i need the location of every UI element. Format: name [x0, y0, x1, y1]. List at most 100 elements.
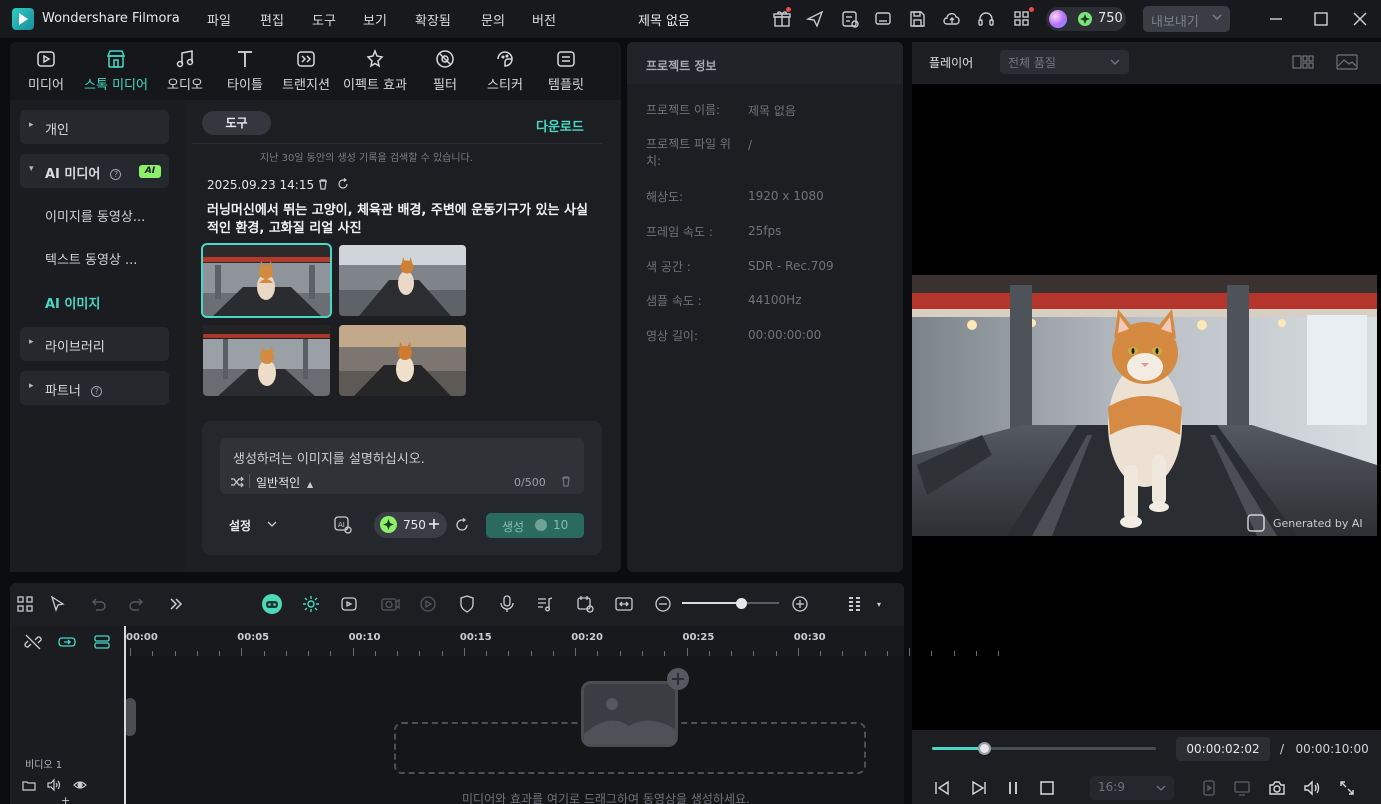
close-icon[interactable] — [1350, 9, 1370, 29]
clear-trash-icon[interactable] — [560, 475, 572, 487]
playhead[interactable] — [124, 626, 126, 804]
track-density-icon[interactable] — [845, 594, 865, 614]
nav-text-to-video[interactable]: 텍스트 동영상 ... — [45, 249, 137, 268]
avatar[interactable] — [1049, 10, 1067, 28]
volume-icon[interactable] — [1303, 779, 1321, 797]
layout-grid-icon[interactable] — [15, 594, 35, 614]
chevron-down-icon — [1211, 11, 1223, 23]
microphone-icon[interactable] — [497, 594, 517, 614]
help-icon[interactable]: ? — [91, 386, 103, 397]
aspect-ratio-select[interactable]: 16:9 — [1090, 776, 1174, 800]
redo-icon[interactable] — [127, 594, 147, 614]
ruler-tick-label: 00:20 — [571, 632, 604, 643]
tab-templates[interactable]: 템플릿 — [531, 48, 601, 93]
select-pointer-icon[interactable] — [48, 594, 68, 614]
download-link[interactable]: 다운로드 — [536, 116, 584, 135]
menu-view[interactable]: 보기 — [363, 10, 387, 29]
stop-icon[interactable] — [1038, 779, 1056, 797]
nav-partner[interactable]: ▸ 파트너 ? — [20, 371, 169, 405]
folder-icon[interactable] — [22, 778, 36, 792]
task-list-icon[interactable] — [840, 9, 860, 29]
tab-media-label: 미디어 — [28, 78, 64, 93]
generated-image-2[interactable] — [339, 245, 466, 316]
scrub-handle[interactable] — [978, 742, 991, 755]
caret-down-icon[interactable]: ▾ — [877, 600, 881, 609]
tab-effects[interactable]: 이펙트 효과 — [338, 48, 412, 93]
quality-select[interactable]: 전체 품질 — [1000, 50, 1129, 74]
ai-video-icon[interactable] — [339, 594, 359, 614]
menu-help[interactable]: 문의 — [481, 10, 505, 29]
fullscreen-icon[interactable] — [1338, 779, 1356, 797]
shield-icon[interactable] — [457, 594, 477, 614]
camera-effect-icon[interactable] — [380, 594, 400, 614]
track-manage-icon[interactable] — [92, 632, 112, 652]
zoom-slider-handle[interactable] — [736, 598, 747, 609]
current-time[interactable]: 00:00:02:02 — [1176, 737, 1270, 761]
fit-width-icon[interactable] — [614, 594, 634, 614]
generate-cost: 10 — [553, 518, 569, 532]
headset-icon[interactable] — [976, 9, 996, 29]
tab-media[interactable]: 미디어 — [11, 48, 81, 93]
play-circle-icon[interactable] — [418, 594, 438, 614]
clip-split-icon[interactable] — [575, 594, 595, 614]
tab-titles[interactable]: 타이틀 — [210, 48, 280, 93]
menu-extensions[interactable]: 확장됨 — [415, 10, 451, 29]
clip-mode-icon[interactable] — [1200, 779, 1218, 797]
ruler-minor-tick — [352, 648, 354, 656]
ai-image-tool-icon[interactable]: AI — [333, 515, 353, 535]
settings-dropdown[interactable]: 설정 — [229, 517, 277, 534]
image-snapshot-icon[interactable] — [1336, 53, 1358, 71]
nav-image-to-video[interactable]: 이미지를 동영상... — [45, 206, 145, 225]
eye-icon[interactable] — [73, 778, 87, 792]
menu-tools[interactable]: 도구 — [312, 10, 336, 29]
generated-image-1[interactable] — [201, 243, 332, 318]
zoom-in-icon[interactable] — [790, 594, 810, 614]
save-icon[interactable] — [907, 9, 927, 29]
undo-icon[interactable] — [88, 594, 108, 614]
add-media-icon[interactable] — [667, 668, 689, 690]
auto-enhance-icon[interactable] — [301, 594, 321, 614]
ai-robot-icon[interactable] — [261, 593, 283, 615]
minimize-icon[interactable] — [1266, 9, 1286, 29]
regenerate-icon[interactable] — [337, 178, 349, 190]
screen-display-icon[interactable] — [1233, 779, 1251, 797]
menu-file[interactable]: 파일 — [207, 10, 231, 29]
apps-grid-icon[interactable] — [1012, 9, 1032, 29]
more-tools-icon[interactable] — [166, 594, 186, 614]
style-select[interactable]: 일반적인 ▲ — [256, 474, 313, 491]
send-icon[interactable] — [805, 9, 825, 29]
previous-frame-icon[interactable] — [933, 779, 951, 797]
generate-button[interactable]: 생성 10 — [486, 513, 584, 538]
gift-icon[interactable] — [772, 9, 792, 29]
cloud-upload-icon[interactable] — [942, 9, 962, 29]
tab-stickers[interactable]: 스티커 — [470, 48, 540, 93]
trash-icon[interactable] — [317, 178, 329, 190]
zoom-out-icon[interactable] — [653, 594, 673, 614]
tab-transitions[interactable]: 트랜지션 — [271, 48, 341, 93]
camera-snapshot-icon[interactable] — [1268, 779, 1286, 797]
help-icon[interactable]: ? — [110, 169, 122, 180]
pause-icon[interactable] — [1004, 779, 1022, 797]
shuffle-icon[interactable] — [230, 475, 244, 489]
link-clips-icon[interactable] — [57, 632, 77, 652]
maximize-icon[interactable] — [1311, 9, 1331, 29]
nav-personal[interactable]: ▸ 개인 — [20, 110, 169, 144]
menu-edit[interactable]: 편집 — [260, 10, 284, 29]
grid-view-icon[interactable] — [1292, 53, 1314, 71]
display-icon[interactable] — [873, 9, 893, 29]
tool-chip[interactable]: 도구 — [202, 111, 271, 135]
refresh-icon[interactable] — [455, 518, 469, 532]
nav-library[interactable]: ▸ 라이브러리 — [20, 327, 169, 361]
nav-ai-image[interactable]: AI 이미지 — [45, 293, 100, 312]
generated-image-4[interactable] — [339, 325, 466, 396]
plus-icon[interactable] — [428, 518, 440, 530]
play-icon[interactable] — [969, 779, 987, 797]
export-button[interactable]: 내보내기 — [1143, 6, 1230, 32]
unlink-icon[interactable] — [23, 632, 43, 652]
audio-list-icon[interactable] — [535, 594, 555, 614]
add-track-icon[interactable]: + — [61, 794, 70, 804]
tab-stock-media[interactable]: 스톡 미디어 — [80, 48, 152, 93]
menu-version[interactable]: 버전 — [532, 10, 556, 29]
track-volume-icon[interactable] — [47, 778, 61, 792]
generated-image-3[interactable] — [203, 325, 330, 396]
